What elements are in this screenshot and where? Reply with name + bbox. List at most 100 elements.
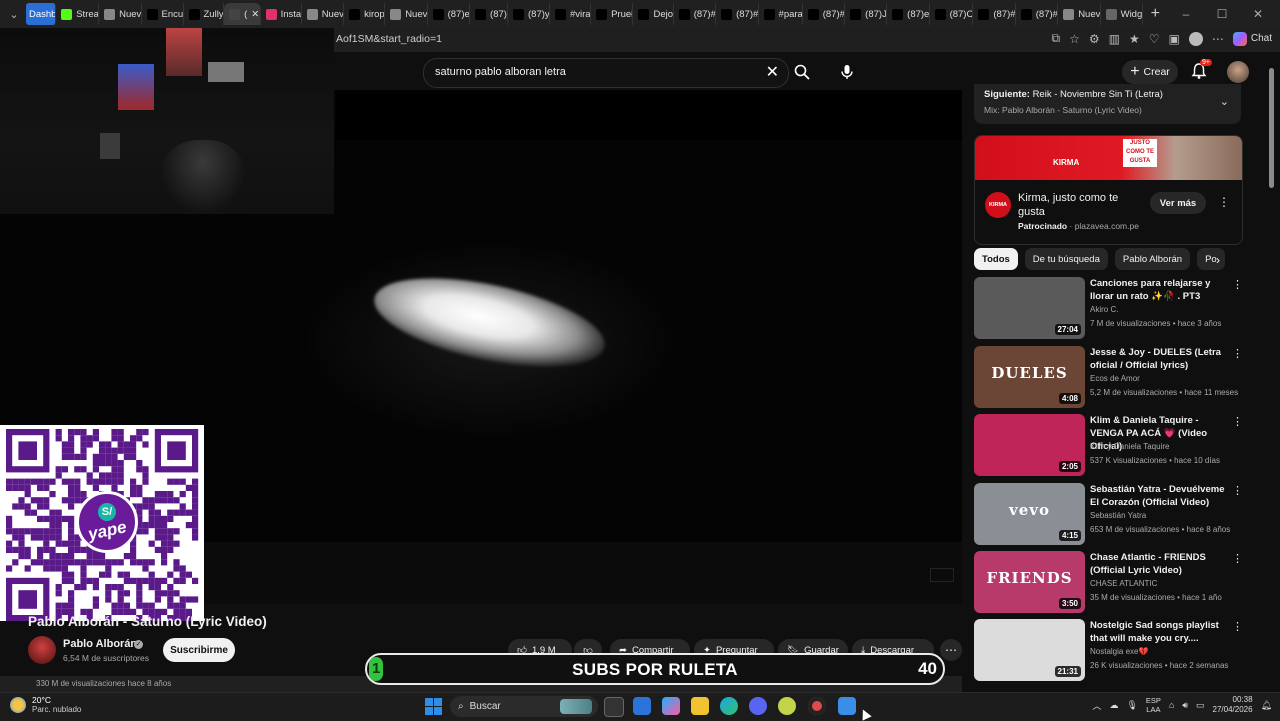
video-thumbnail[interactable]: 27:04 [974, 277, 1085, 339]
performance-heart-icon[interactable]: ♡ [1149, 32, 1160, 46]
app-icon[interactable] [778, 697, 796, 715]
browser-tab[interactable]: (87)C [930, 3, 974, 25]
browser-tab[interactable]: (87)e [887, 3, 930, 25]
obs-icon[interactable] [808, 697, 826, 715]
browser-tab[interactable]: (87)# [973, 3, 1016, 25]
browser-tab[interactable]: Widg [1101, 3, 1143, 25]
browser-tab[interactable]: Nuev [302, 3, 345, 25]
chevron-down-icon[interactable]: ⌄ [1220, 95, 1229, 108]
recommendation-menu-icon[interactable]: ⋮ [1232, 278, 1243, 291]
input-language[interactable]: ESP LAA [1146, 696, 1161, 714]
browser-tab[interactable]: (87)# [674, 3, 717, 25]
browser-tab[interactable]: Dejo [633, 3, 674, 25]
browser-tab[interactable]: (87)y [508, 3, 550, 25]
recommendation-item[interactable]: vevo 4:15 Sebastián Yatra - Devuélveme El … [974, 483, 1244, 547]
copilot-app-icon[interactable] [662, 697, 680, 715]
close-icon[interactable]: ✕ [1240, 7, 1276, 21]
new-tab-button[interactable]: + [1143, 5, 1168, 23]
battery-icon[interactable]: ▭ [1196, 700, 1205, 711]
onedrive-icon[interactable]: ☁ [1109, 700, 1118, 711]
browser-tab[interactable]: #para [759, 3, 803, 25]
search-input[interactable]: saturno pablo alboran letra [435, 66, 566, 78]
windows-start-icon[interactable] [425, 698, 442, 715]
store-icon[interactable] [633, 697, 651, 715]
recommendation-title[interactable]: Nostelgic Sad songs playlist that will m… [1090, 619, 1230, 645]
more-menu-icon[interactable]: ⋯ [1212, 32, 1224, 46]
channel-name[interactable]: Pablo Alborán [63, 638, 137, 650]
browser-tab[interactable]: Nuev [1058, 3, 1101, 25]
channel-avatar[interactable] [28, 636, 56, 664]
browser-tab[interactable]: Nuev [385, 3, 428, 25]
maximize-icon[interactable]: ☐ [1204, 7, 1240, 21]
video-thumbnail[interactable]: FRIENDS 3:50 [974, 551, 1085, 613]
minimize-icon[interactable]: – [1168, 7, 1204, 21]
browser-tab[interactable]: (87)# [1016, 3, 1059, 25]
up-next-panel[interactable]: Siguiente: Reik - Noviembre Sin Ti (Letr… [974, 84, 1241, 124]
photos-icon[interactable] [838, 697, 856, 715]
sponsored-ad[interactable]: JUSTO COMO TE GUSTA KIRMA KIRMA Kirma, j… [974, 135, 1243, 245]
close-tab-icon[interactable]: ✕ [251, 9, 259, 20]
scrollbar-thumb[interactable] [1269, 68, 1274, 188]
ad-menu-icon[interactable]: ⋮ [1218, 195, 1230, 209]
browser-tab[interactable]: (87)# [716, 3, 759, 25]
filter-chip[interactable]: Pablo Alborán [1114, 248, 1191, 270]
recommendation-menu-icon[interactable]: ⋮ [1232, 347, 1243, 360]
recommendation-menu-icon[interactable]: ⋮ [1232, 415, 1243, 428]
notifications-button[interactable]: 9+ [1190, 59, 1212, 82]
recommendation-title[interactable]: Jesse & Joy - DUELES (Letra oficial / Of… [1090, 346, 1230, 372]
recommendation-item[interactable]: FRIENDS 3:50 Chase Atlantic - FRIENDS (Off… [974, 551, 1244, 615]
browser-tab[interactable]: Strea [56, 3, 100, 25]
subscribe-button[interactable]: Suscribirme [163, 638, 235, 662]
recommendation-menu-icon[interactable]: ⋮ [1232, 484, 1243, 497]
volume-icon[interactable]: 🔊︎ [1182, 700, 1188, 711]
browser-tab[interactable]: (87) [470, 3, 508, 25]
video-thumbnail[interactable]: 2:05 [974, 414, 1085, 476]
edge-icon[interactable] [720, 697, 738, 715]
network-icon[interactable]: ⌂ [1169, 700, 1174, 710]
mic-tray-icon[interactable]: 🎙︎ [1126, 700, 1137, 711]
filter-chip[interactable]: Po [1197, 248, 1225, 270]
browser-tab[interactable]: Insta [261, 3, 302, 25]
browser-tab[interactable]: Nuev [99, 3, 142, 25]
browser-tab[interactable]: Encu [142, 3, 184, 25]
weather-widget[interactable]: 20°C Parc. nublado [10, 695, 81, 714]
search-box[interactable]: saturno pablo alboran letra ✕ [423, 58, 789, 88]
more-actions-icon[interactable]: ⋯ [940, 639, 962, 661]
recommendation-title[interactable]: Chase Atlantic - FRIENDS (Official Lyric… [1090, 551, 1230, 577]
discord-icon[interactable] [749, 697, 767, 715]
recommendation-menu-icon[interactable]: ⋮ [1232, 552, 1243, 565]
ad-title[interactable]: Kirma, justo como te gusta [1018, 191, 1138, 219]
browser-tab[interactable]: (✕ [224, 3, 261, 25]
collections-icon[interactable]: ▣ [1169, 32, 1180, 46]
chevron-up-icon[interactable]: ︿ [1092, 699, 1101, 712]
browser-tab[interactable]: Zully [184, 3, 225, 25]
extensions-icon[interactable]: ⚙ [1089, 32, 1100, 46]
filter-chip[interactable]: Todos [974, 248, 1018, 270]
filter-chip[interactable]: De tu búsqueda [1024, 248, 1108, 270]
create-button[interactable]: + Crear [1122, 60, 1178, 84]
recommendation-title[interactable]: Sebastián Yatra - Devuélveme El Corazón … [1090, 483, 1230, 509]
voice-search-button[interactable] [834, 58, 860, 86]
clear-search-icon[interactable]: ✕ [766, 62, 779, 82]
profile-icon[interactable] [1188, 31, 1203, 46]
url-text[interactable]: Aof1SM&start_radio=1 [336, 33, 442, 45]
file-explorer-icon[interactable] [691, 697, 709, 715]
taskbar-search[interactable]: ⌕ Buscar [450, 696, 598, 717]
split-screen-icon[interactable]: ▥ [1109, 32, 1120, 46]
recommendation-item[interactable]: DUELES 4:08 Jesse & Joy - DUELES (Letra of… [974, 346, 1244, 410]
scrollbar[interactable] [1268, 56, 1276, 686]
browser-tab[interactable]: (87)# [803, 3, 846, 25]
recommendation-menu-icon[interactable]: ⋮ [1232, 620, 1243, 633]
tab-actions-chevron-icon[interactable]: ⌄ [2, 2, 26, 26]
browser-tab[interactable]: Dashb [26, 3, 57, 25]
notifications-tray-icon[interactable]: 🔔︎ [1261, 700, 1272, 711]
recommendation-item[interactable]: 21:31 Nostelgic Sad songs playlist that w… [974, 619, 1244, 683]
account-avatar[interactable] [1227, 61, 1249, 83]
browser-tab[interactable]: Prueł [591, 3, 634, 25]
recommendation-item[interactable]: 27:04 Canciones para relajarse y llorar u… [974, 277, 1244, 341]
video-thumbnail[interactable]: DUELES 4:08 [974, 346, 1085, 408]
browser-tab[interactable]: (87)e [428, 3, 471, 25]
clock[interactable]: 00:38 27/04/2026 [1213, 695, 1253, 715]
chevron-right-icon[interactable]: › [1216, 253, 1220, 267]
search-button[interactable] [787, 58, 817, 86]
